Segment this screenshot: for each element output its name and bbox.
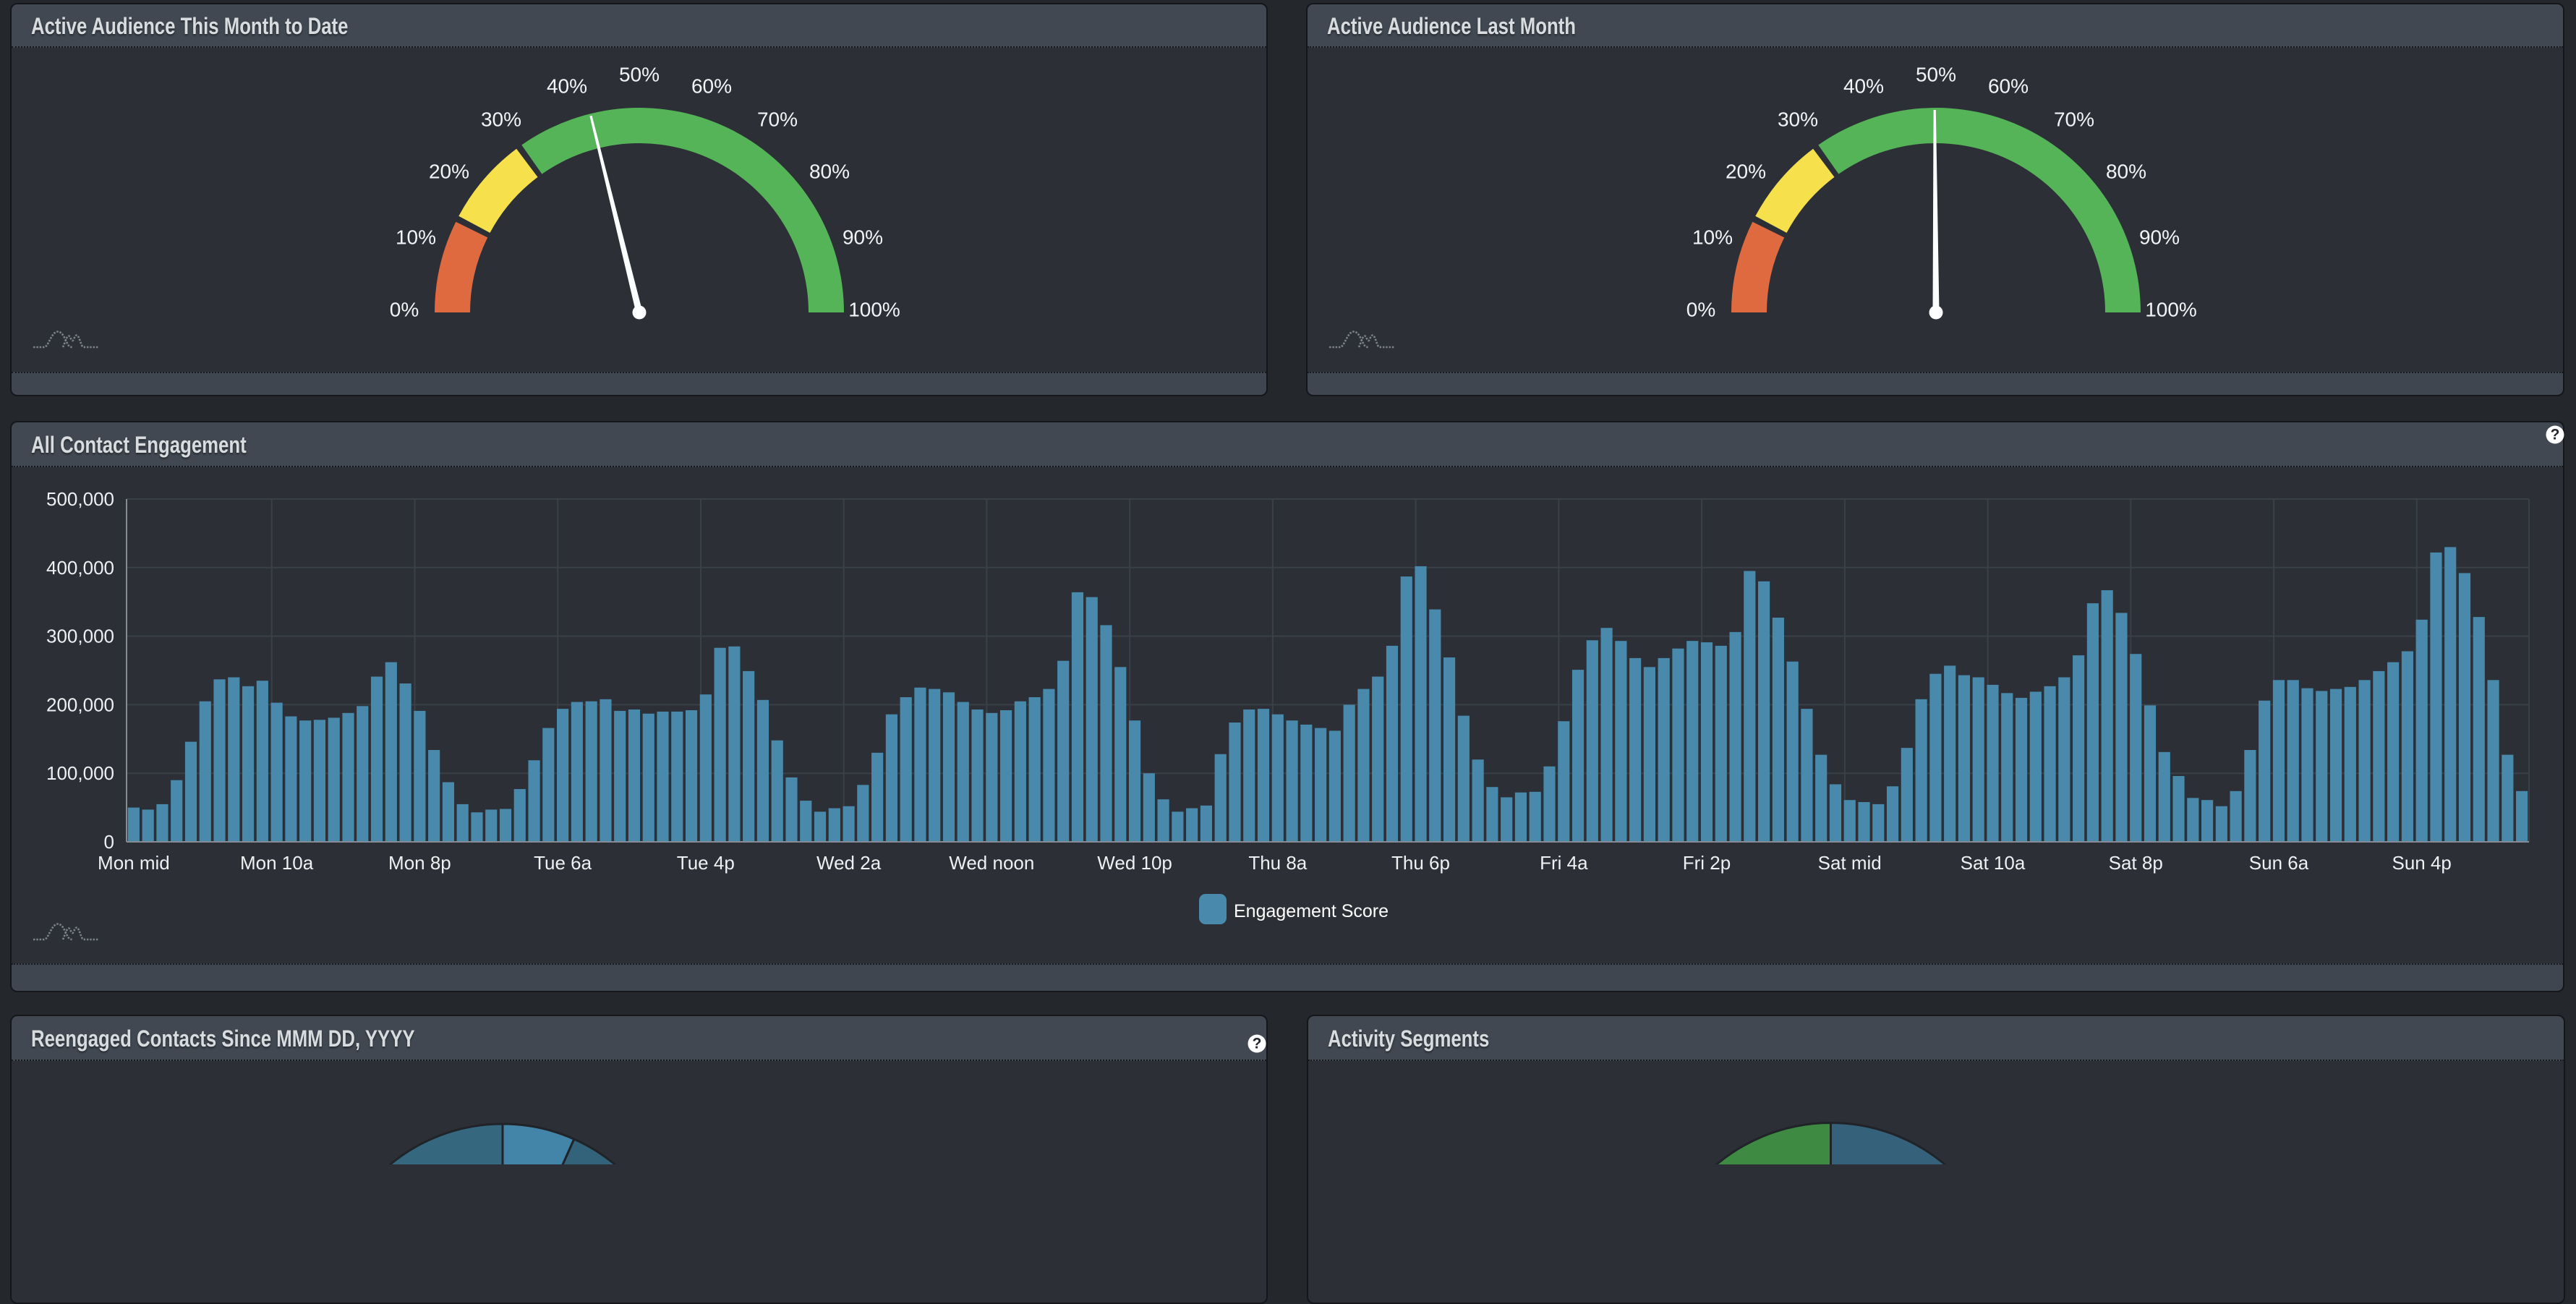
svg-text:500,000: 500,000 <box>46 488 114 510</box>
svg-text:40%: 40% <box>1843 74 1884 97</box>
svg-text:200,000: 200,000 <box>46 694 114 715</box>
svg-text:Thu 8a: Thu 8a <box>1248 852 1307 874</box>
svg-text:Sun 6a: Sun 6a <box>2249 852 2309 874</box>
svg-text:20%: 20% <box>429 160 469 182</box>
svg-text:60%: 60% <box>691 74 732 97</box>
svg-text:60%: 60% <box>1988 74 2029 97</box>
svg-text:100%: 100% <box>2145 298 2197 320</box>
svg-text:Thu 6p: Thu 6p <box>1391 852 1450 874</box>
svg-text:Mon 10a: Mon 10a <box>240 852 314 874</box>
svg-text:Fri 2p: Fri 2p <box>1683 852 1731 874</box>
svg-text:70%: 70% <box>2054 108 2094 130</box>
svg-text:50%: 50% <box>1916 63 1956 85</box>
svg-text:10%: 10% <box>1692 226 1733 248</box>
svg-text:400,000: 400,000 <box>46 557 114 579</box>
svg-text:0: 0 <box>104 831 114 853</box>
svg-text:300,000: 300,000 <box>46 626 114 647</box>
svg-text:30%: 30% <box>481 108 521 130</box>
svg-text:80%: 80% <box>809 160 850 182</box>
svg-text:?: ? <box>2551 427 2560 443</box>
svg-text:Tue 6a: Tue 6a <box>534 852 592 874</box>
svg-text:90%: 90% <box>843 226 883 248</box>
svg-text:Sat mid: Sat mid <box>1818 852 1882 874</box>
svg-text:80%: 80% <box>2106 160 2146 182</box>
svg-text:?: ? <box>1253 1036 1262 1052</box>
svg-text:Tue 4p: Tue 4p <box>677 852 735 874</box>
svg-text:100%: 100% <box>848 298 900 320</box>
svg-text:90%: 90% <box>2139 226 2180 248</box>
svg-text:0%: 0% <box>390 298 419 320</box>
svg-text:Fri 4a: Fri 4a <box>1540 852 1588 874</box>
svg-text:Engagement Score: Engagement Score <box>1234 901 1389 921</box>
svg-text:100,000: 100,000 <box>46 762 114 784</box>
svg-text:Wed noon: Wed noon <box>949 852 1034 874</box>
svg-text:Mon mid: Mon mid <box>98 852 170 874</box>
svg-text:50%: 50% <box>619 63 660 85</box>
svg-text:Wed 2a: Wed 2a <box>816 852 882 874</box>
svg-text:10%: 10% <box>396 226 436 248</box>
svg-text:Sat 10a: Sat 10a <box>1961 852 2026 874</box>
svg-text:0%: 0% <box>1686 298 1715 320</box>
svg-text:70%: 70% <box>757 108 798 130</box>
svg-text:Mon 8p: Mon 8p <box>388 852 451 874</box>
svg-text:30%: 30% <box>1778 108 1818 130</box>
svg-text:20%: 20% <box>1726 160 1766 182</box>
svg-text:Wed 10p: Wed 10p <box>1097 852 1172 874</box>
svg-text:40%: 40% <box>547 74 587 97</box>
svg-text:Sun 4p: Sun 4p <box>2392 852 2451 874</box>
svg-text:Sat 8p: Sat 8p <box>2109 852 2163 874</box>
